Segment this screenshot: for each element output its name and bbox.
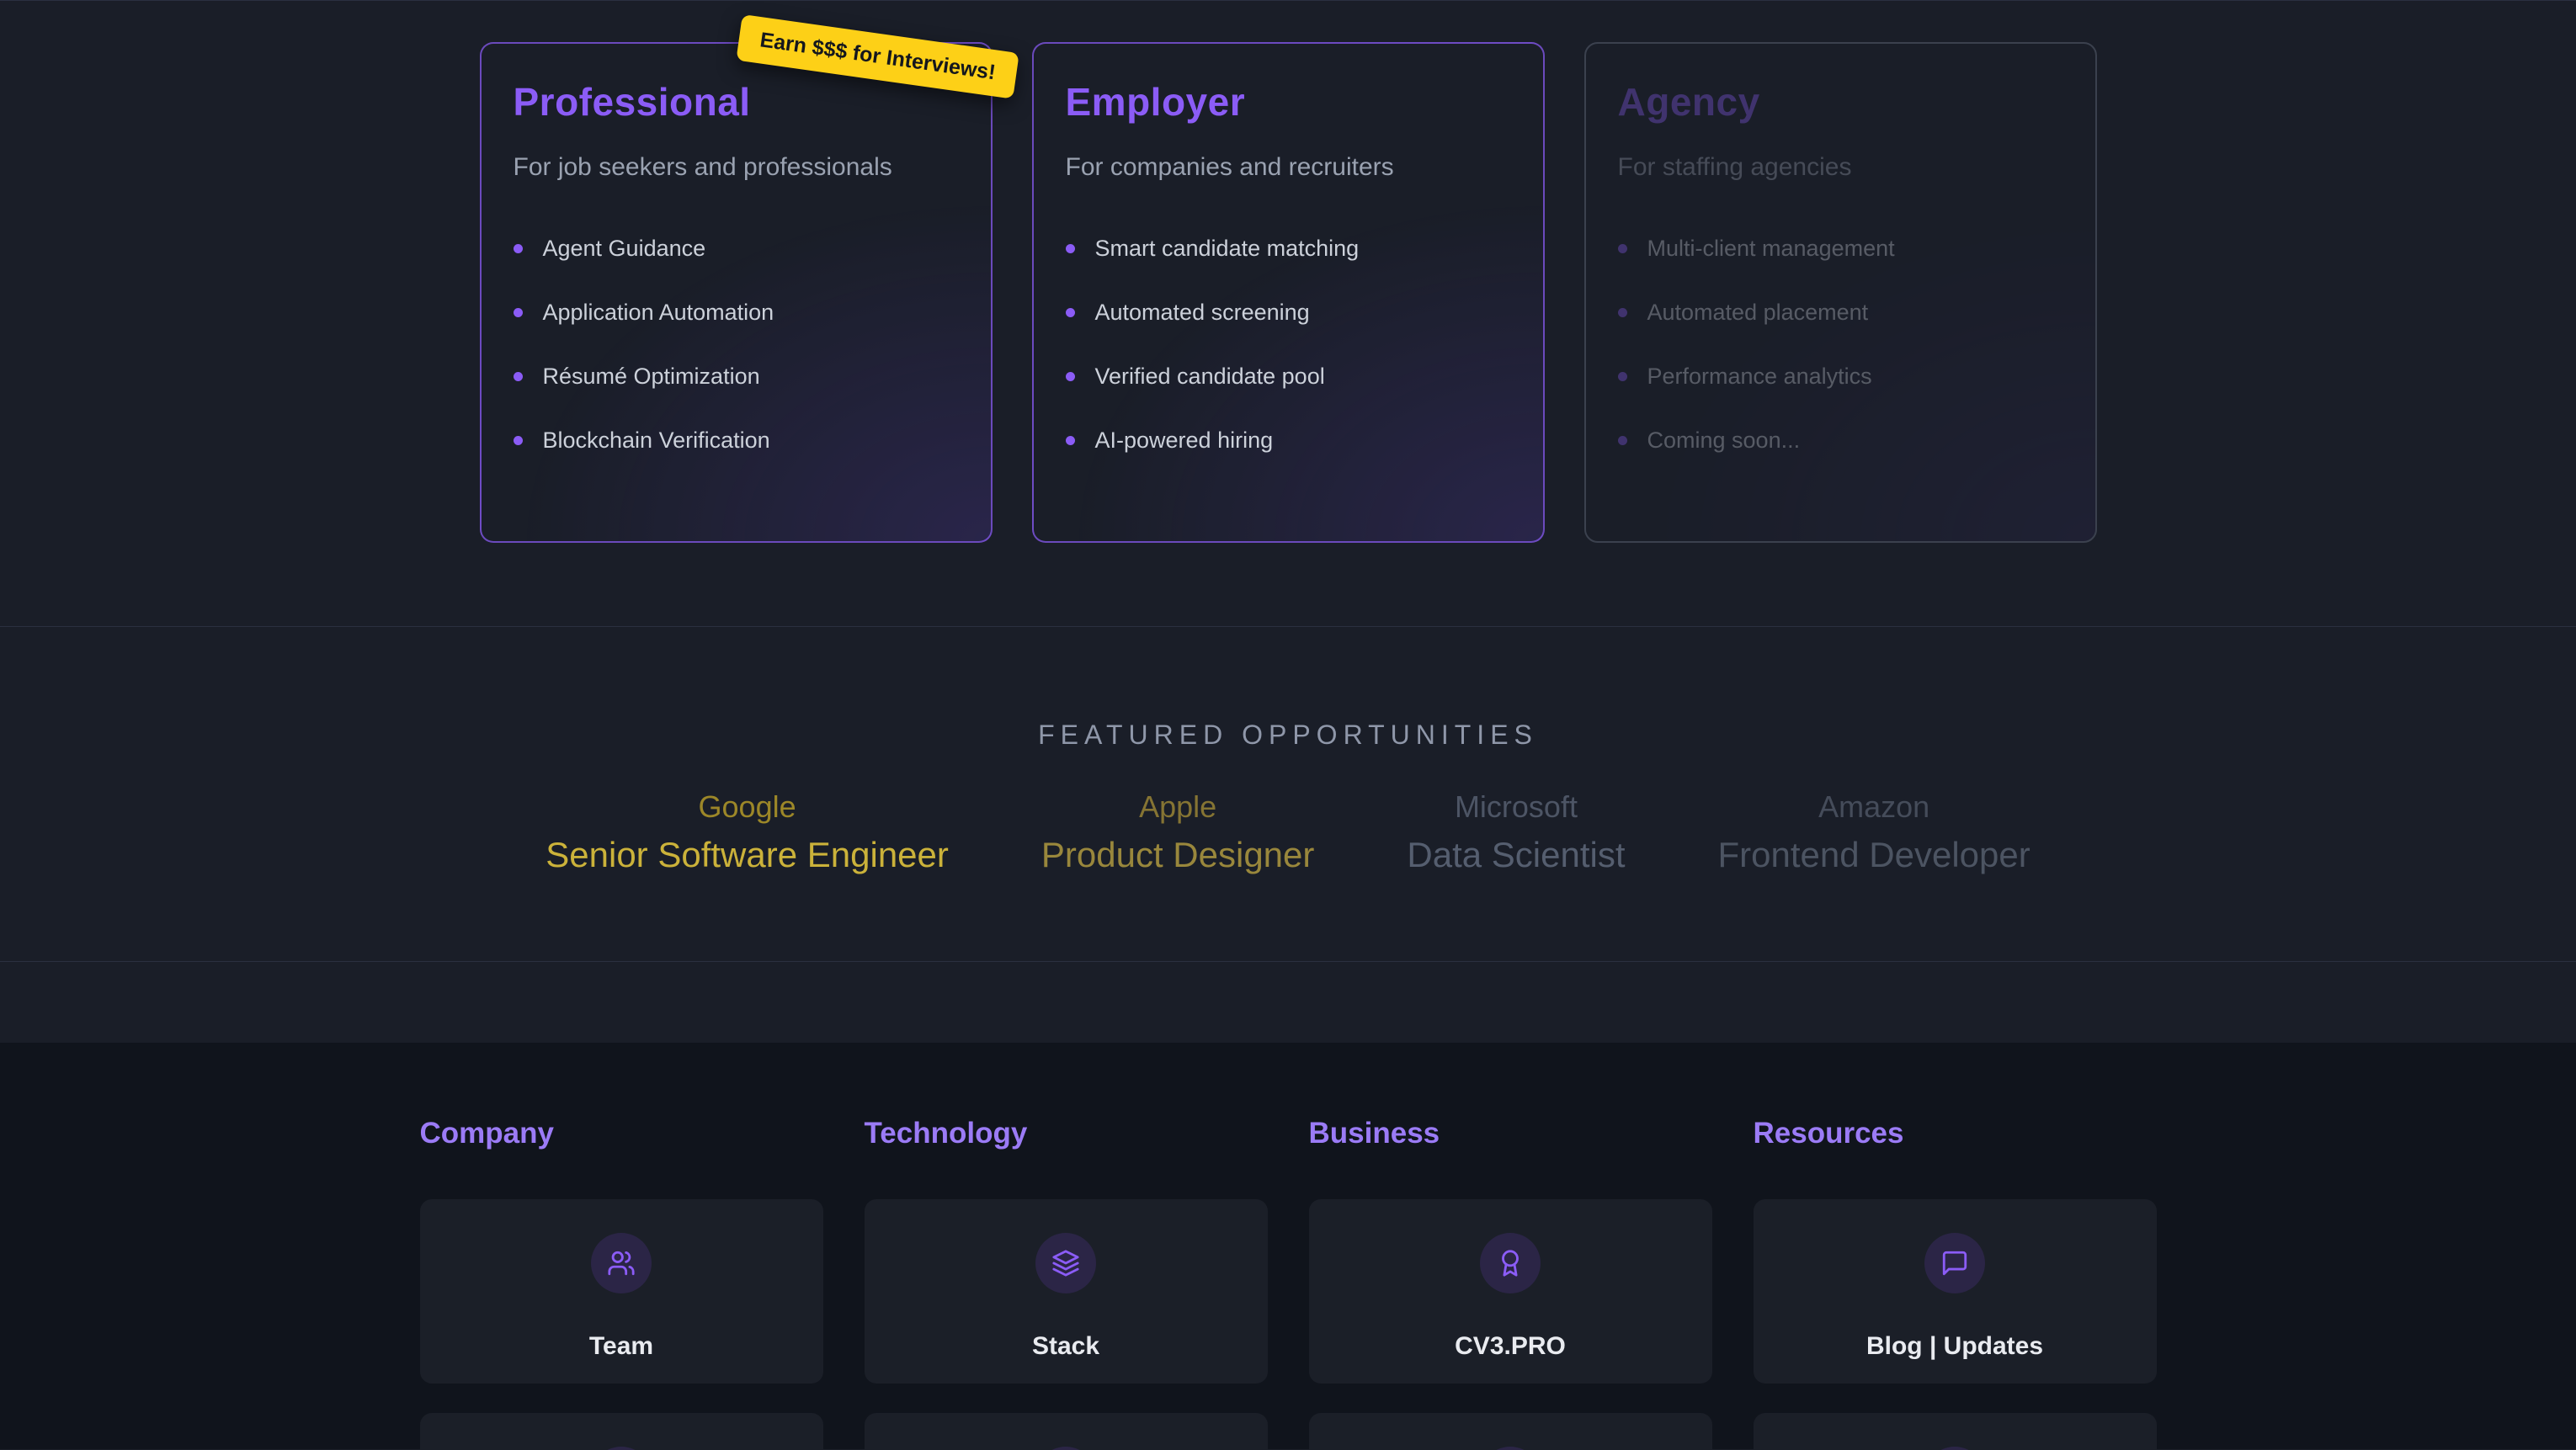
feature-item: Automated screening	[1066, 300, 1511, 326]
feature-label: Automated screening	[1095, 300, 1310, 326]
footer-columns: Company Team Technology	[0, 1117, 2576, 1450]
bullet-icon	[514, 372, 523, 381]
hidden-icon	[1924, 1447, 1985, 1450]
feature-item: Performance analytics	[1618, 364, 2063, 390]
job-title: Frontend Developer	[1718, 835, 2030, 875]
feature-label: Smart candidate matching	[1095, 236, 1360, 262]
featured-job-google[interactable]: Google Senior Software Engineer	[546, 789, 949, 875]
footer: Company Team Technology	[0, 1043, 2576, 1449]
tier-subtitle: For companies and recruiters	[1066, 153, 1511, 182]
feature-label: Performance analytics	[1647, 364, 1872, 390]
bullet-icon	[1066, 244, 1075, 253]
feature-item: Blockchain Verification	[514, 428, 959, 454]
tier-card-agency: Agency For staffing agencies Multi-clien…	[1584, 42, 2097, 543]
tier-subtitle: For job seekers and professionals	[514, 153, 959, 182]
tier-title: Employer	[1066, 79, 1511, 125]
job-title: Senior Software Engineer	[546, 835, 949, 875]
job-title: Data Scientist	[1407, 835, 1625, 875]
tier-row: Professional For job seekers and profess…	[0, 1, 2576, 543]
featured-opportunities-section: FEATURED OPPORTUNITIES Google Senior Sof…	[0, 626, 2576, 961]
footer-link-stack[interactable]: Stack	[865, 1199, 1268, 1384]
featured-job-apple[interactable]: Apple Product Designer	[1041, 789, 1315, 875]
job-company: Microsoft	[1407, 789, 1625, 825]
hidden-icon	[1035, 1447, 1096, 1450]
footer-link-label: CV3.PRO	[1455, 1332, 1566, 1361]
bullet-icon	[1618, 244, 1627, 253]
footer-column-heading: Technology	[865, 1117, 1268, 1150]
tier-card-professional[interactable]: Professional For job seekers and profess…	[480, 42, 993, 543]
footer-link-label: Blog | Updates	[1866, 1332, 2043, 1361]
feature-item: Coming soon...	[1618, 428, 2063, 454]
hidden-icon	[591, 1447, 652, 1450]
section-divider-strip	[0, 961, 2576, 1043]
footer-column-heading: Business	[1309, 1117, 1712, 1150]
feature-label: Application Automation	[543, 300, 774, 326]
footer-link-hidden[interactable]	[1309, 1413, 1712, 1450]
featured-heading: FEATURED OPPORTUNITIES	[0, 627, 2576, 751]
feature-label: Agent Guidance	[543, 236, 706, 262]
feature-label: Blockchain Verification	[543, 428, 770, 454]
award-icon	[1480, 1233, 1541, 1293]
message-square-icon	[1924, 1233, 1985, 1293]
feature-item: Multi-client management	[1618, 236, 2063, 262]
bullet-icon	[514, 436, 523, 445]
footer-link-blog[interactable]: Blog | Updates	[1754, 1199, 2157, 1384]
footer-column-heading: Company	[420, 1117, 823, 1150]
feature-label: Coming soon...	[1647, 428, 1801, 454]
footer-link-hidden[interactable]	[865, 1413, 1268, 1450]
bullet-icon	[1066, 436, 1075, 445]
tier-feature-list: Agent Guidance Application Automation Ré…	[514, 236, 959, 454]
job-company: Apple	[1041, 789, 1315, 825]
featured-job-microsoft[interactable]: Microsoft Data Scientist	[1407, 789, 1625, 875]
layers-icon	[1035, 1233, 1096, 1293]
feature-item: Verified candidate pool	[1066, 364, 1511, 390]
tier-section: Professional For job seekers and profess…	[0, 0, 2576, 626]
feature-label: AI-powered hiring	[1095, 428, 1274, 454]
footer-link-cv3pro[interactable]: CV3.PRO	[1309, 1199, 1712, 1384]
bullet-icon	[514, 308, 523, 317]
footer-link-hidden[interactable]	[420, 1413, 823, 1450]
tier-feature-list: Smart candidate matching Automated scree…	[1066, 236, 1511, 454]
pricing-landing-page: Professional For job seekers and profess…	[0, 0, 2576, 1450]
job-title: Product Designer	[1041, 835, 1315, 875]
footer-column-technology: Technology Stack	[865, 1117, 1268, 1450]
footer-link-hidden[interactable]	[1754, 1413, 2157, 1450]
footer-link-team[interactable]: Team	[420, 1199, 823, 1384]
job-company: Google	[546, 789, 949, 825]
feature-item: AI-powered hiring	[1066, 428, 1511, 454]
feature-item: Smart candidate matching	[1066, 236, 1511, 262]
job-company: Amazon	[1718, 789, 2030, 825]
feature-item: Automated placement	[1618, 300, 2063, 326]
footer-column-company: Company Team	[420, 1117, 823, 1450]
bullet-icon	[1618, 436, 1627, 445]
tier-title: Agency	[1618, 79, 2063, 125]
footer-column-resources: Resources Blog | Updates	[1754, 1117, 2157, 1450]
bullet-icon	[514, 244, 523, 253]
feature-item: Application Automation	[514, 300, 959, 326]
feature-label: Résumé Optimization	[543, 364, 760, 390]
feature-item: Résumé Optimization	[514, 364, 959, 390]
featured-job-amazon[interactable]: Amazon Frontend Developer	[1718, 789, 2030, 875]
bullet-icon	[1066, 308, 1075, 317]
featured-jobs-row: Google Senior Software Engineer Apple Pr…	[0, 789, 2576, 875]
hidden-icon	[1480, 1447, 1541, 1450]
footer-column-heading: Resources	[1754, 1117, 2157, 1150]
bullet-icon	[1618, 372, 1627, 381]
footer-column-business: Business CV3.PRO	[1309, 1117, 1712, 1450]
tier-subtitle: For staffing agencies	[1618, 153, 2063, 182]
feature-label: Multi-client management	[1647, 236, 1895, 262]
bullet-icon	[1618, 308, 1627, 317]
feature-label: Automated placement	[1647, 300, 1869, 326]
tier-feature-list: Multi-client management Automated placem…	[1618, 236, 2063, 454]
footer-link-label: Team	[589, 1332, 653, 1361]
feature-item: Agent Guidance	[514, 236, 959, 262]
tier-title: Professional	[514, 79, 959, 125]
tier-card-employer[interactable]: Employer For companies and recruiters Sm…	[1032, 42, 1545, 543]
footer-link-label: Stack	[1032, 1332, 1099, 1361]
bullet-icon	[1066, 372, 1075, 381]
feature-label: Verified candidate pool	[1095, 364, 1325, 390]
users-icon	[591, 1233, 652, 1293]
